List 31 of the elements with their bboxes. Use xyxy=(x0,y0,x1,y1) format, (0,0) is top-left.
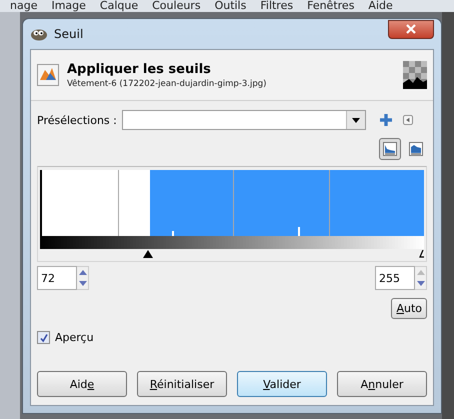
dropdown-arrow-icon xyxy=(352,118,360,122)
preview-checkbox[interactable] xyxy=(37,331,50,344)
mascot-icon xyxy=(30,27,48,41)
presets-dropdown[interactable] xyxy=(122,110,366,130)
decrement-arrow-icon[interactable] xyxy=(416,281,424,286)
threshold-tool-icon xyxy=(37,64,59,86)
dialog-button[interactable]: Aide xyxy=(37,371,127,397)
menu-item[interactable]: Filtres xyxy=(260,0,294,12)
menu-item[interactable]: Couleurs xyxy=(152,0,201,12)
image-name: Vêtement-6 (172202-jean-dujardin-gimp-3.jpg) xyxy=(67,78,268,88)
linear-histogram-button[interactable] xyxy=(379,138,401,160)
image-thumbnail xyxy=(403,61,427,89)
close-icon[interactable] xyxy=(406,24,416,34)
menu-item[interactable]: Fenêtres xyxy=(307,0,354,12)
dialog-heading: Appliquer les seuils xyxy=(67,62,212,76)
decrement-arrow-icon[interactable] xyxy=(78,281,86,286)
dialog-button[interactable]: Réinitialiser xyxy=(137,371,227,397)
dialog-button[interactable]: Valider xyxy=(237,371,327,397)
menu-item[interactable]: Image xyxy=(51,0,86,12)
presets-label: Présélections : xyxy=(37,114,117,126)
window-title: Seuil xyxy=(54,27,84,41)
add-icon[interactable] xyxy=(380,114,392,126)
menu-item[interactable]: nage xyxy=(10,0,38,12)
close-button[interactable] xyxy=(388,20,434,38)
menu-item[interactable]: Outils xyxy=(214,0,246,12)
menu-item[interactable]: Calque xyxy=(100,0,138,12)
auto-button[interactable]: Auto xyxy=(391,298,427,319)
dialog-button[interactable]: Annuler xyxy=(337,371,427,397)
preview-label: Aperçu xyxy=(55,331,94,344)
menu-item[interactable]: Aide xyxy=(368,0,393,12)
increment-arrow-icon[interactable] xyxy=(78,270,86,275)
